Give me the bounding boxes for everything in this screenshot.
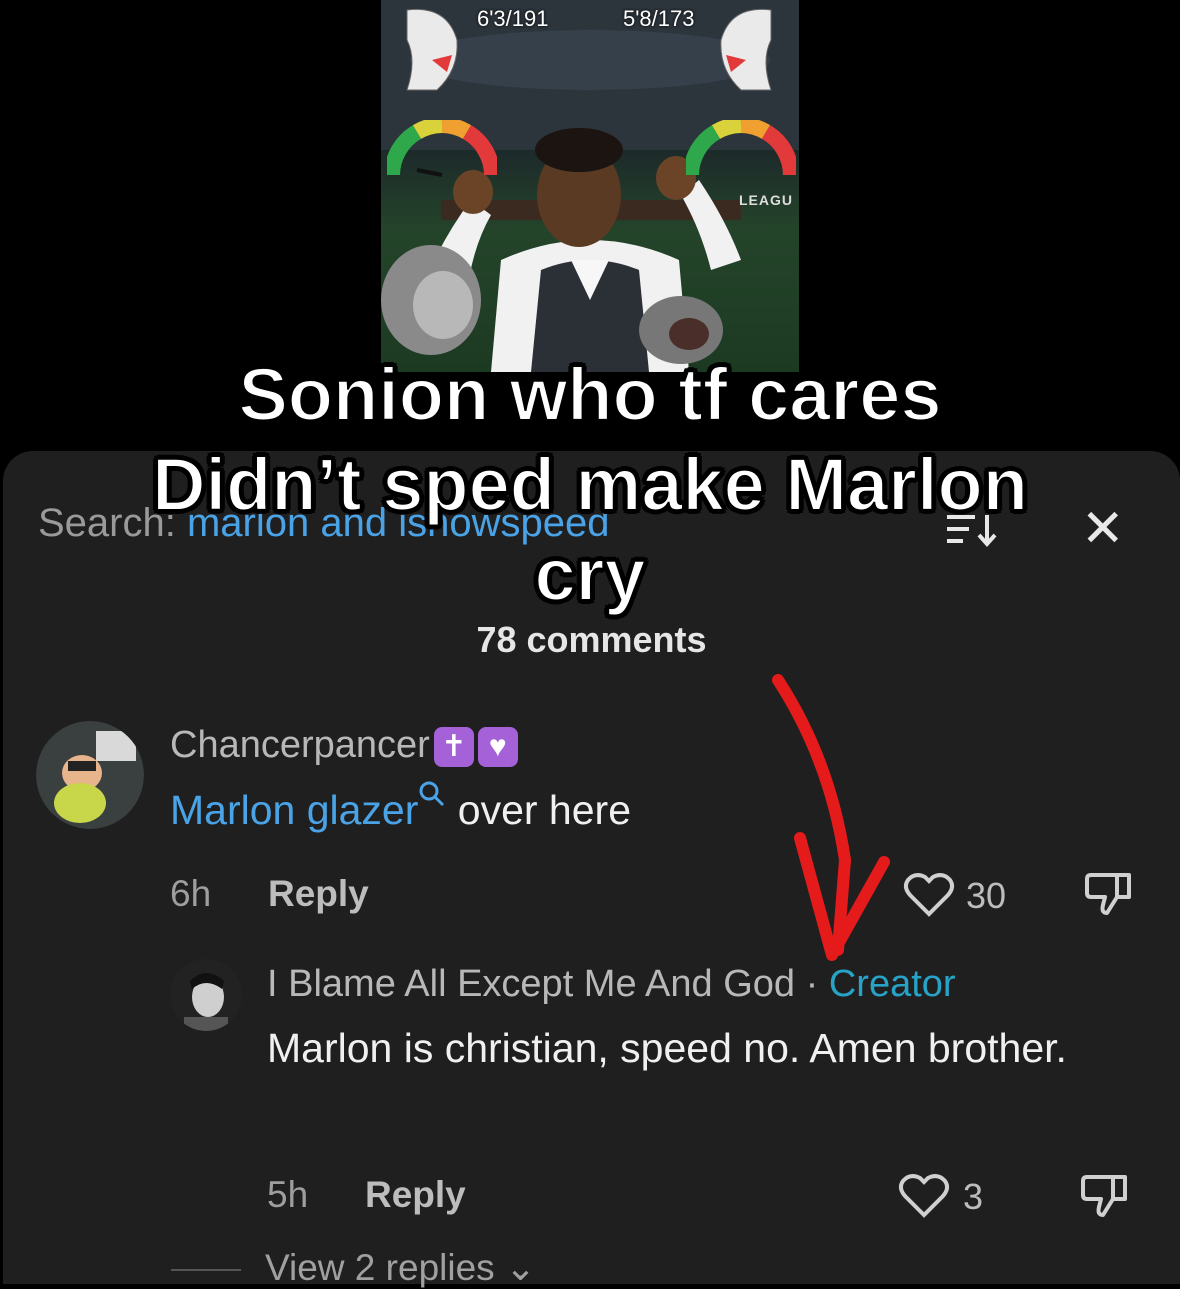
like-count: 30	[966, 875, 1007, 916]
comment-count: 78 comments	[476, 619, 707, 660]
jaw-profile-icon-right	[720, 8, 772, 91]
search-link[interactable]: Marlon glazer	[170, 787, 418, 833]
heart-emoji-icon: ♥	[477, 726, 518, 767]
dislike-icon[interactable]	[1083, 867, 1135, 919]
avatar[interactable]	[170, 959, 242, 1031]
chevron-down-icon: ⌄	[504, 1247, 536, 1288]
creator-label: Creator	[828, 963, 956, 1005]
caption-line-1: Sonion who tf cares	[237, 352, 942, 437]
video-caption: Sonion who tf cares Didn’t sped make Mar…	[0, 350, 1180, 620]
avatar[interactable]	[36, 721, 144, 829]
comment-username[interactable]: I Blame All Except Me And God · Creator	[267, 963, 956, 1006]
cross-emoji-icon: ✝	[433, 726, 474, 767]
search-icon	[419, 781, 445, 807]
comment-time: 5h	[267, 1174, 309, 1215]
heart-icon[interactable]	[903, 870, 955, 918]
caption-line-2: Didn’t sped make Marlon	[151, 442, 1029, 527]
comment-time: 6h	[170, 873, 212, 914]
comment-username[interactable]: Chancerpancer ✝ ♥	[170, 724, 518, 767]
like-count: 3	[963, 1176, 984, 1217]
dislike-icon[interactable]	[1079, 1169, 1131, 1221]
view-replies-button[interactable]: View 2 replies ⌄	[265, 1246, 536, 1289]
height-weight-right: 5'8/173	[623, 6, 695, 31]
gauge-icon-right	[686, 120, 796, 176]
league-logo-text: LEAGU	[739, 192, 793, 208]
jaw-profile-icon-left	[406, 8, 458, 91]
gauge-icon-left	[387, 120, 497, 177]
video-frame[interactable]: 6'3/191 5'8/173 LEAGU	[381, 0, 799, 372]
caption-line-3: cry	[533, 532, 646, 617]
reply-button[interactable]: Reply	[365, 1174, 466, 1216]
height-weight-left: 6'3/191	[477, 6, 549, 31]
comment-text: Marlon glazer over here	[170, 778, 631, 842]
heart-icon[interactable]	[898, 1171, 950, 1219]
divider-line	[171, 1269, 241, 1271]
reply-button[interactable]: Reply	[268, 873, 369, 915]
comment-text: Marlon is christian, speed no. Amen brot…	[267, 1025, 1067, 1071]
